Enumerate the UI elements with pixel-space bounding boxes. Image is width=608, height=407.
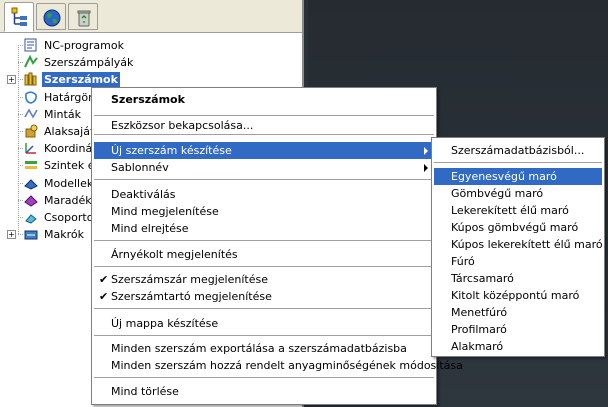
submenu-item-0[interactable]: Szerszámadatbázisból...	[434, 142, 602, 159]
tools-icon	[24, 72, 37, 86]
submenu-item-label: Alakmaró	[451, 340, 504, 353]
context-menu-separator	[94, 335, 434, 336]
context-menu-item-2[interactable]: Új szerszám készítése	[94, 142, 434, 159]
submenu-item-label: Fúró	[451, 255, 475, 268]
context-menu-item-8[interactable]: ✔ Szerszámszár megjelenítése	[94, 271, 434, 288]
workplane-icon	[25, 143, 36, 154]
checkmark-icon: ✔	[99, 273, 109, 286]
context-menu-separator	[94, 377, 434, 378]
expand-icon[interactable]: +	[7, 230, 16, 240]
submenu-item-1[interactable]: Egyenesvégű maró	[434, 168, 602, 185]
submenu-item-label: Kúpos gömbvégű maró	[451, 221, 579, 234]
context-menu-item-label: Mind törlése	[111, 385, 179, 398]
submenu-item-4[interactable]: Kúpos gömbvégű maró	[434, 219, 602, 236]
feature-icon	[25, 124, 38, 138]
context-menu-item-label: Új szerszám készítése	[111, 144, 232, 157]
submenu-item-label: Tárcsamaró	[451, 272, 514, 285]
globe-icon	[43, 9, 61, 27]
context-menu-item-label: Deaktiválás	[111, 188, 176, 201]
context-menu-item-9[interactable]: ✔ Szerszámtartó megjelenítése	[94, 288, 434, 305]
context-menu-separator	[94, 115, 434, 116]
tree-item-label: Modellek	[44, 176, 94, 190]
context-menu-item-label: Szerszámok	[111, 93, 185, 106]
context-menu-separator	[94, 179, 434, 180]
tree-item-1[interactable]: Szerszámpályák	[0, 54, 300, 71]
context-menu-item-3[interactable]: Sablonnév	[94, 159, 434, 176]
new-tool-submenu: Szerszámadatbázisból... Egyenesvégű maró G…	[431, 137, 605, 357]
stock-model-icon	[24, 195, 38, 207]
context-menu-item-0[interactable]: Szerszámok	[94, 91, 434, 108]
boundary-icon	[25, 91, 37, 104]
toolpath-icon	[24, 55, 38, 68]
tree-view-icon	[11, 7, 27, 26]
submenu-item-7[interactable]: Tárcsamaró	[434, 270, 602, 287]
context-menu-item-label: Árnyékolt megjelenítés	[111, 248, 238, 261]
submenu-item-6[interactable]: Fúró	[434, 253, 602, 270]
tree-item-label: Szerszámpályák	[44, 56, 134, 70]
tree-item-label: Minták	[44, 107, 81, 121]
tab-recycle-bin[interactable]	[68, 3, 98, 30]
tree-item-label: Szerszámok	[42, 72, 120, 88]
context-menu-item-7[interactable]: Árnyékolt megjelenítés	[94, 246, 434, 263]
context-menu-item-label: Minden szerszám exportálása a szerszámad…	[111, 342, 407, 355]
submenu-item-label: Kitolt középpontú maró	[451, 289, 580, 302]
context-menu-item-12[interactable]: Minden szerszám hozzá rendelt anyagminős…	[94, 357, 463, 374]
tab-tree[interactable]	[4, 2, 34, 32]
context-menu-item-1[interactable]: Eszközsor bekapcsolása...	[94, 117, 434, 134]
submenu-item-9[interactable]: Menetfúró	[434, 304, 602, 321]
submenu-item-5[interactable]: Kúpos lekerekített élű maró	[434, 236, 603, 253]
tree-item-0[interactable]: NC-programok	[0, 37, 300, 54]
models-icon	[24, 178, 38, 190]
pattern-icon	[24, 108, 38, 119]
context-menu-separator	[94, 308, 434, 309]
submenu-item-3[interactable]: Lekerekített élű maró	[434, 202, 602, 219]
context-menu-separator	[94, 266, 434, 267]
tree-item-label: Makrók	[44, 228, 84, 242]
submenu-arrow-icon	[424, 164, 428, 172]
context-menu-item-label: Szerszámtartó megjelenítése	[111, 290, 272, 303]
submenu-item-10[interactable]: Profilmaró	[434, 321, 602, 338]
submenu-item-label: Kúpos lekerekített élű maró	[451, 238, 603, 251]
explorer-tab-strip	[0, 0, 302, 33]
context-menu-item-label: Mind megjelenítése	[111, 205, 219, 218]
context-menu-item-label: Mind elrejtése	[111, 222, 189, 235]
submenu-item-2[interactable]: Gömbvégű maró	[434, 185, 602, 202]
expand-icon[interactable]: +	[7, 75, 16, 85]
tab-globe[interactable]	[36, 3, 66, 30]
tree-item-2[interactable]: + Szerszámok	[0, 71, 300, 88]
submenu-arrow-icon	[424, 147, 428, 155]
context-menu-item-label: Sablonnév	[111, 161, 169, 174]
context-menu-item-11[interactable]: Minden szerszám exportálása a szerszámad…	[94, 340, 434, 357]
submenu-item-label: Lekerekített élű maró	[451, 204, 569, 217]
context-menu-item-10[interactable]: Új mappa készítése	[94, 315, 434, 332]
context-menu: Szerszámok Eszközsor bekapcsolása... Új sz…	[91, 87, 463, 405]
submenu-item-8[interactable]: Kitolt középpontú maró	[434, 287, 602, 304]
submenu-item-label: Szerszámadatbázisból...	[451, 144, 585, 157]
macros-icon	[24, 230, 38, 240]
nc-program-icon	[24, 38, 37, 52]
checkmark-icon: ✔	[99, 290, 109, 303]
submenu-item-11[interactable]: Alakmaró	[434, 338, 602, 355]
context-menu-item-13[interactable]: Mind törlése	[94, 383, 434, 400]
context-menu-item-label: Új mappa készítése	[111, 317, 219, 330]
submenu-item-label: Profilmaró	[451, 323, 507, 336]
context-menu-item-5[interactable]: Mind megjelenítése	[94, 203, 434, 220]
groups-icon	[25, 214, 37, 224]
context-menu-separator	[94, 240, 434, 241]
context-menu-item-label: Minden szerszám hozzá rendelt anyagminős…	[111, 359, 463, 372]
context-menu-item-4[interactable]: Deaktiválás	[94, 186, 434, 203]
context-menu-separator	[94, 134, 434, 135]
levels-icon	[25, 161, 37, 170]
submenu-item-label: Gömbvégű maró	[451, 187, 544, 200]
context-menu-item-6[interactable]: Mind elrejtése	[94, 220, 434, 237]
context-menu-item-label: Eszközsor bekapcsolása...	[111, 119, 254, 132]
context-menu-item-label: Szerszámszár megjelenítése	[111, 273, 268, 286]
submenu-item-label: Egyenesvégű maró	[451, 170, 557, 183]
submenu-item-label: Menetfúró	[451, 306, 508, 319]
tree-item-label: NC-programok	[44, 39, 124, 52]
recycle-bin-icon	[77, 10, 91, 27]
submenu-separator	[434, 162, 602, 163]
